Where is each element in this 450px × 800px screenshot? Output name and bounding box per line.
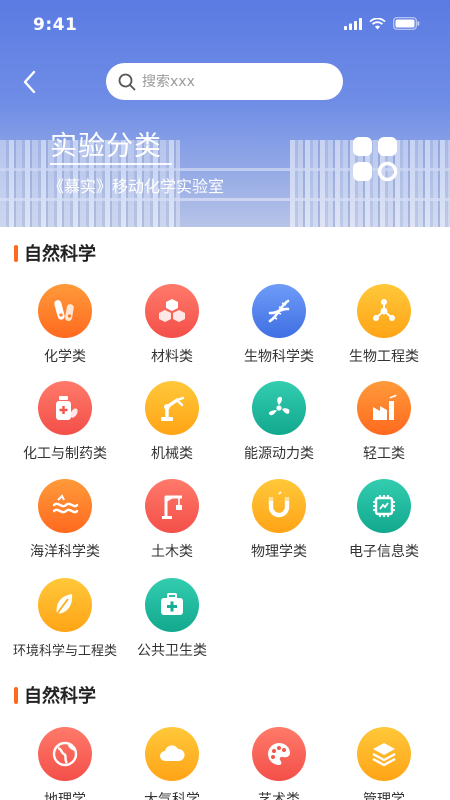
category-icon-bg [252, 727, 306, 781]
robot-arm-icon [161, 396, 185, 421]
category-management[interactable]: 管理学 [328, 727, 440, 800]
category-icon-bg [145, 479, 199, 533]
layers-icon [372, 743, 396, 767]
category-art[interactable]: 艺术类 [223, 727, 335, 800]
category-ocean-science[interactable]: 海洋科学类 [9, 479, 121, 561]
hero-banner: 9:41 搜索xxx 实验分类 《慕实》移动化学实验室 [0, 0, 450, 227]
search-bar[interactable] [106, 63, 343, 100]
chip-icon [373, 495, 395, 517]
page-title: 实验分类 [50, 131, 162, 162]
category-bioengineering[interactable]: 生物工程类 [328, 284, 440, 366]
category-label: 生物科学类 [244, 349, 314, 365]
section-title-1: 自然科学 [14, 240, 96, 266]
molecule-icon [373, 299, 395, 321]
cubes-icon [159, 299, 185, 322]
category-label: 生物工程类 [349, 349, 419, 365]
battery-icon [393, 17, 420, 30]
category-icon-bg [357, 727, 411, 781]
category-icon-bg [145, 578, 199, 632]
category-light-industry[interactable]: 轻工类 [328, 381, 440, 463]
category-physics[interactable]: 物理学类 [223, 479, 335, 561]
category-label: 海洋科学类 [30, 544, 100, 560]
category-chemistry[interactable]: 化学类 [9, 284, 121, 366]
category-icon-bg [252, 479, 306, 533]
category-icon-bg [145, 727, 199, 781]
dna-icon [268, 299, 290, 323]
magnet-icon [268, 491, 290, 518]
category-label: 艺术类 [258, 792, 300, 800]
category-label: 公共卫生类 [137, 643, 207, 659]
leaf-icon [56, 594, 73, 615]
category-label: 能源动力类 [244, 446, 314, 462]
first-aid-icon [161, 593, 183, 615]
category-label: 轻工类 [363, 446, 405, 462]
category-mechanical[interactable]: 机械类 [116, 381, 228, 463]
category-icon-bg [252, 284, 306, 338]
palette-icon [268, 743, 290, 765]
category-icon-bg [145, 381, 199, 435]
category-icon-bg [357, 479, 411, 533]
search-input[interactable] [142, 73, 322, 90]
cloud-icon [160, 745, 185, 761]
category-materials[interactable]: 材料类 [116, 284, 228, 366]
category-atmospheric[interactable]: 大气科学 [116, 727, 228, 800]
section-title-2: 自然科学 [14, 682, 96, 708]
category-icon-bg [38, 381, 92, 435]
category-label: 环境科学与工程类 [12, 644, 117, 659]
category-icon-bg [38, 578, 92, 632]
test-tube-icon [54, 300, 74, 322]
signal-icon [344, 17, 362, 30]
category-label: 物理学类 [251, 544, 307, 560]
status-time: 9:41 [33, 15, 78, 35]
category-chemical-pharma[interactable]: 化工与制药类 [9, 381, 121, 463]
category-label: 地理学 [44, 792, 86, 800]
category-icon-bg [145, 284, 199, 338]
category-geography[interactable]: 地理学 [9, 727, 121, 800]
category-icon-bg [38, 727, 92, 781]
category-environmental[interactable]: 环境科学与工程类 [9, 578, 121, 659]
status-bar: 9:41 [0, 0, 450, 50]
status-icons [344, 17, 420, 30]
section-label: 自然科学 [24, 244, 96, 265]
section-label: 自然科学 [24, 686, 96, 707]
medicine-bottle-icon [56, 396, 78, 420]
globe-icon [52, 741, 78, 767]
category-label: 管理学 [363, 792, 405, 800]
category-biology[interactable]: 生物科学类 [223, 284, 335, 366]
category-civil[interactable]: 土木类 [116, 479, 228, 561]
back-button[interactable] [20, 68, 44, 96]
category-label: 化学类 [44, 349, 86, 365]
chevron-left-icon [23, 70, 36, 94]
category-icon-bg [38, 284, 92, 338]
page-subtitle: 《慕实》移动化学实验室 [48, 177, 225, 196]
wifi-icon [369, 17, 386, 29]
category-grid-icon [353, 137, 398, 182]
category-label: 土木类 [151, 544, 193, 560]
category-label: 大气科学 [144, 792, 200, 800]
category-label: 电子信息类 [349, 544, 419, 560]
crane-icon [162, 495, 182, 519]
category-energy-power[interactable]: 能源动力类 [223, 381, 335, 463]
search-icon [118, 73, 136, 90]
factory-icon [373, 394, 397, 420]
category-public-health[interactable]: 公共卫生类 [116, 578, 228, 660]
category-label: 化工与制药类 [23, 446, 107, 462]
title-underline [50, 163, 172, 165]
ocean-icon [52, 494, 79, 514]
category-grid-button[interactable] [352, 136, 398, 182]
category-icon-bg [252, 381, 306, 435]
fan-icon [268, 396, 290, 416]
section-accent-bar [14, 244, 18, 262]
category-label: 材料类 [151, 349, 193, 365]
category-label: 机械类 [151, 446, 193, 462]
category-icon-bg [38, 479, 92, 533]
section-accent-bar [14, 686, 18, 704]
category-icon-bg [357, 381, 411, 435]
category-icon-bg [357, 284, 411, 338]
category-electronics[interactable]: 电子信息类 [328, 479, 440, 561]
